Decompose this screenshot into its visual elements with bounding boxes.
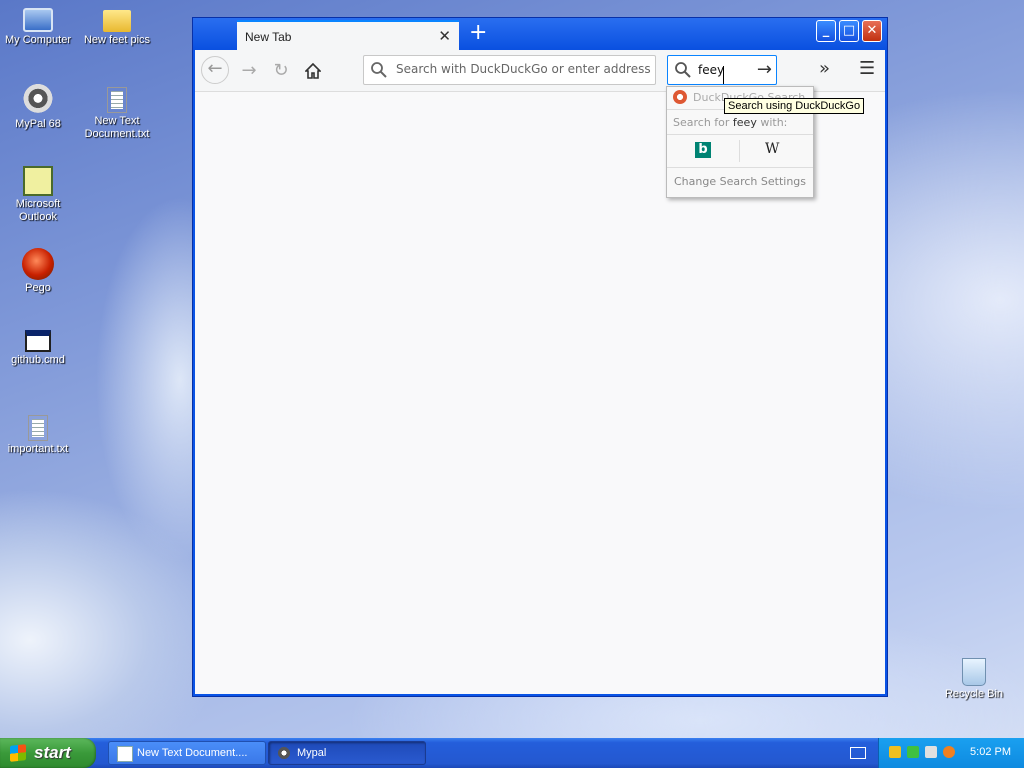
one-off-engines: b W	[667, 134, 813, 168]
arrow-right-icon: →	[241, 60, 257, 81]
search-for-label: Search for feey with:	[673, 116, 787, 129]
recycle-bin-icon	[962, 658, 986, 686]
desktop-icon-label: New feet pics	[83, 34, 151, 46]
desktop-icon-pego[interactable]: Pego	[1, 248, 75, 295]
minimize-icon: _	[822, 23, 830, 38]
desktop-icon-github-cmd[interactable]: github.cmd	[1, 330, 75, 367]
search-tray-icon[interactable]	[943, 746, 955, 758]
shield-icon[interactable]	[889, 746, 901, 758]
desktop-icon-label: Pego	[25, 282, 51, 294]
close-tab-icon[interactable]: ✕	[438, 27, 451, 45]
new-tab-button[interactable]: +	[469, 22, 487, 44]
overflow-chevron-icon[interactable]: »	[819, 58, 830, 79]
duckduckgo-icon	[673, 90, 687, 104]
desktop-icon-label: Microsoft Outlook	[15, 198, 61, 223]
text-document-icon	[107, 87, 127, 113]
search-for-query: feey	[732, 116, 757, 129]
pego-icon	[22, 248, 54, 280]
reload-button[interactable]: ↻	[267, 58, 295, 84]
forward-button[interactable]: →	[235, 58, 263, 84]
desktop-icon-label: important.txt	[7, 443, 69, 455]
start-label: start	[34, 743, 71, 762]
computer-icon	[23, 8, 53, 32]
cmd-file-icon	[25, 330, 51, 352]
maximize-button[interactable]: □	[839, 20, 859, 42]
desktop-icon-important-txt[interactable]: important.txt	[1, 412, 75, 456]
maximize-icon: □	[842, 23, 856, 38]
minimize-button[interactable]: _	[816, 20, 836, 42]
url-input[interactable]	[394, 61, 654, 77]
tooltip: Search using DuckDuckGo	[724, 98, 865, 114]
divider	[739, 140, 740, 162]
change-search-settings-button[interactable]: Change Search Settings	[667, 175, 813, 188]
desktop-icon-label: New Text Document.txt	[84, 115, 150, 140]
search-input[interactable]: feey	[698, 63, 724, 77]
keyboard-icon[interactable]	[850, 747, 866, 759]
display-icon[interactable]	[925, 746, 937, 758]
taskbar-item-mypal[interactable]: Mypal	[268, 741, 426, 765]
windows-logo-icon	[10, 744, 26, 762]
reload-icon: ↻	[273, 60, 289, 81]
tab-title: New Tab	[245, 30, 292, 44]
close-icon: ✕	[866, 23, 878, 38]
taskbar-item-label: Mypal	[297, 747, 327, 759]
desktop-icon-recycle-bin[interactable]: Recycle Bin	[937, 658, 1011, 701]
raccoon-icon	[22, 84, 54, 116]
desktop-icon-my-computer[interactable]: My Computer	[1, 4, 75, 47]
search-bar[interactable]: feey →	[667, 55, 777, 85]
taskbar: start New Text Document.... Mypal 5:02 P…	[0, 738, 1024, 768]
url-bar[interactable]	[363, 55, 656, 85]
hamburger-menu-icon[interactable]: ☰	[859, 58, 875, 79]
notepad-icon	[117, 746, 133, 762]
desktop-icon-mypal[interactable]: MyPal 68	[1, 84, 75, 131]
search-icon	[675, 62, 691, 78]
search-for-prefix: Search for	[673, 116, 733, 129]
text-cursor-icon	[723, 66, 726, 84]
folder-icon	[103, 10, 131, 32]
desktop-icon-outlook[interactable]: Microsoft Outlook	[1, 166, 75, 224]
network-icon[interactable]	[907, 746, 919, 758]
start-button[interactable]: start	[0, 738, 96, 768]
home-icon	[304, 62, 322, 79]
arrow-left-icon: ←	[207, 58, 223, 79]
text-document-icon	[28, 415, 48, 441]
desktop-icon-new-feet-pics[interactable]: New feet pics	[80, 4, 154, 47]
taskbar-item-label: New Text Document....	[137, 747, 248, 759]
desktop-icon-label: My Computer	[4, 34, 72, 46]
back-button[interactable]: ←	[201, 56, 229, 84]
outlook-icon	[23, 166, 53, 196]
close-window-button[interactable]: ✕	[862, 20, 882, 42]
taskbar-item-notepad[interactable]: New Text Document....	[108, 741, 266, 765]
desktop-icon-new-text-document[interactable]: New Text Document.txt	[80, 84, 154, 141]
home-button[interactable]	[299, 58, 327, 84]
tab-new-tab[interactable]: New Tab ✕	[237, 20, 459, 50]
search-go-button[interactable]: →	[757, 59, 772, 80]
system-tray: 5:02 PM	[878, 738, 1024, 768]
bing-icon[interactable]: b	[695, 142, 711, 158]
search-for-suffix: with:	[756, 116, 788, 129]
clock: 5:02 PM	[970, 746, 1011, 758]
raccoon-icon	[277, 746, 291, 760]
wikipedia-icon[interactable]: W	[765, 141, 779, 157]
desktop-icon-label: Recycle Bin	[944, 688, 1004, 700]
search-icon	[371, 62, 387, 78]
desktop-icon-label: MyPal 68	[15, 118, 61, 130]
title-bar[interactable]: New Tab ✕ + _ □ ✕	[193, 18, 887, 50]
desktop-icon-label: github.cmd	[11, 354, 65, 366]
